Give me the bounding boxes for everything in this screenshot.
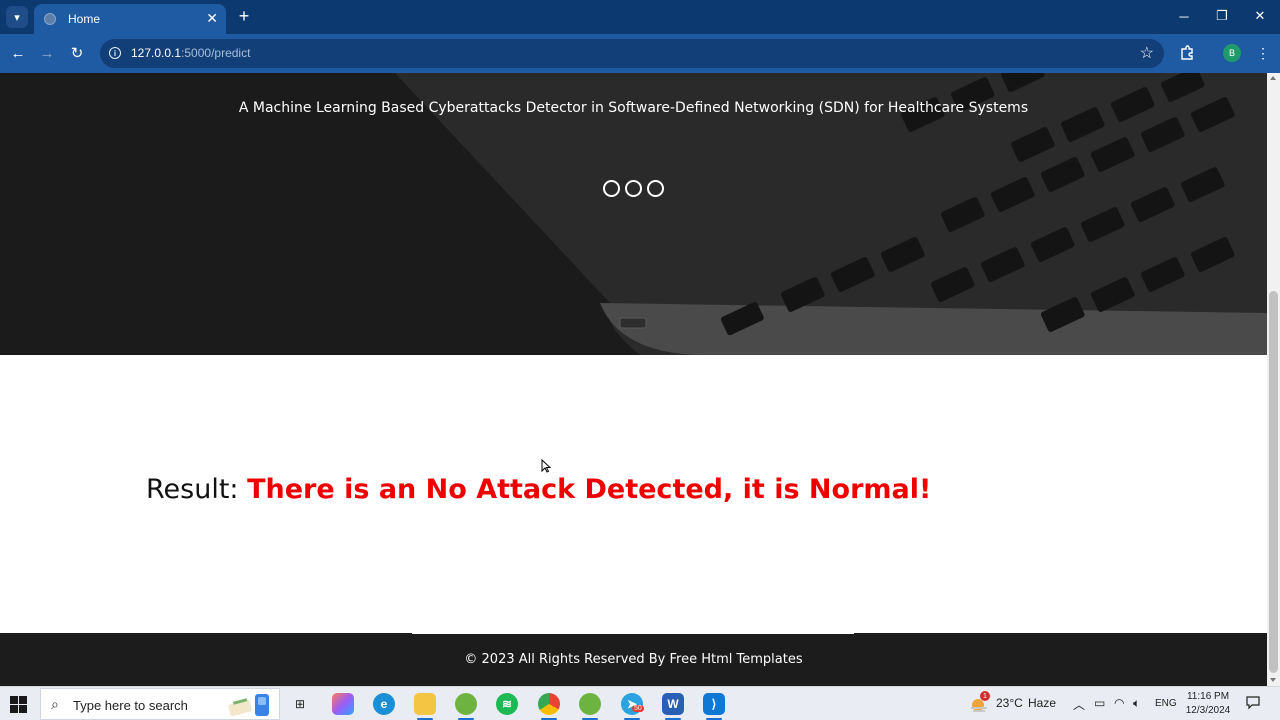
vscode-icon[interactable]: ⟩ <box>703 693 725 715</box>
spotify-icon[interactable]: ≋ <box>496 693 518 715</box>
browser-toolbar: ← → ↻ i 127.0.0.1:5000/predict ☆ ⋮ <box>0 34 1280 73</box>
site-info-icon[interactable]: i <box>109 47 121 59</box>
tab-title: Home <box>68 12 101 26</box>
tab-home[interactable]: Home ✕ <box>34 4 226 34</box>
hero-subtitle: A Machine Learning Based Cyberattacks De… <box>238 100 1029 116</box>
search-icon: ⌕ <box>51 696 59 712</box>
language-indicator[interactable]: ENG <box>1155 698 1177 709</box>
telegram-badge: 50 <box>632 705 644 712</box>
result-label: Result: <box>146 474 248 505</box>
bookmark-star-icon[interactable]: ☆ <box>1140 43 1154 63</box>
notifications-icon[interactable] <box>1245 694 1261 713</box>
volume-icon[interactable]: 🔈︎ <box>1133 696 1140 711</box>
page-scrollbar[interactable] <box>1267 73 1280 686</box>
extensions-icon[interactable] <box>1177 43 1197 63</box>
site-footer: © 2023 All Rights Reserved By Free Html … <box>0 633 1267 686</box>
file-explorer-icon[interactable] <box>414 693 436 715</box>
spring-tool-suite-2-icon[interactable] <box>579 693 601 715</box>
tab-search-chevron-icon[interactable]: ▾ <box>6 6 28 28</box>
scrollbar-thumb[interactable] <box>1269 291 1278 673</box>
clock-time: 11:16 PM <box>1186 691 1230 702</box>
search-highlight-illustration-icon <box>228 694 269 717</box>
prediction-result: Result: There is an No Attack Detected, … <box>146 474 931 505</box>
new-tab-icon[interactable]: + <box>234 6 254 26</box>
carousel-dot-2[interactable] <box>625 180 642 197</box>
hero-banner: A Machine Learning Based Cyberattacks De… <box>0 73 1267 355</box>
footer-divider <box>412 633 854 634</box>
minimize-icon[interactable]: ─ <box>1172 6 1196 26</box>
reload-icon[interactable]: ↻ <box>67 43 87 63</box>
taskbar-search[interactable]: ⌕ Type here to search <box>40 688 280 720</box>
close-tab-icon[interactable]: ✕ <box>206 10 218 27</box>
url-text[interactable]: 127.0.0.1:5000/predict <box>131 46 250 60</box>
wifi-icon[interactable]: ◠ <box>1114 696 1124 710</box>
forward-arrow-icon[interactable]: → <box>37 43 57 63</box>
carousel-dot-1[interactable] <box>603 180 620 197</box>
scroll-up-arrow-icon[interactable] <box>1270 76 1276 80</box>
spring-tool-suite-icon[interactable] <box>455 693 477 715</box>
url-path: :5000/predict <box>181 46 251 60</box>
result-value: There is an No Attack Detected, it is No… <box>247 474 932 505</box>
url-host: 127.0.0.1 <box>131 46 182 60</box>
search-placeholder: Type here to search <box>73 698 188 713</box>
tab-strip: ▾ Home ✕ + ─ ❐ ✕ <box>0 0 1280 34</box>
profile-avatar[interactable]: B <box>1223 44 1241 62</box>
windows-taskbar: ⌕ Type here to search ⊞ e ≋ ➤ 50 W ⟩ 1 2… <box>0 686 1280 720</box>
back-arrow-icon[interactable]: ← <box>8 43 28 63</box>
carousel-dot-3[interactable] <box>647 180 664 197</box>
system-clock[interactable]: 11:16 PM 12/3/2024 <box>1180 690 1236 718</box>
task-view-icon[interactable]: ⊞ <box>289 693 311 715</box>
windows-start-icon[interactable] <box>10 696 27 713</box>
chrome-icon[interactable] <box>538 693 560 715</box>
scroll-down-arrow-icon[interactable] <box>1270 678 1276 682</box>
restore-icon[interactable]: ❐ <box>1210 6 1234 26</box>
copilot-icon[interactable] <box>332 693 354 715</box>
battery-icon[interactable]: ▭ <box>1094 696 1105 710</box>
carousel-indicators <box>603 180 664 197</box>
show-hidden-icons-chevron-icon[interactable]: ︿ <box>1073 696 1085 713</box>
globe-icon <box>44 13 56 25</box>
footer-copyright: © 2023 All Rights Reserved By Free Html … <box>464 652 803 667</box>
close-window-icon[interactable]: ✕ <box>1248 6 1272 26</box>
word-icon[interactable]: W <box>662 693 684 715</box>
clock-date: 12/3/2024 <box>1185 705 1231 716</box>
address-bar[interactable]: i 127.0.0.1:5000/predict ☆ <box>100 39 1164 68</box>
mouse-cursor-icon <box>541 459 551 473</box>
weather-temperature[interactable]: 23°C <box>996 696 1023 710</box>
weather-alert-badge: 1 <box>980 691 990 701</box>
more-menu-icon[interactable]: ⋮ <box>1253 43 1273 63</box>
weather-description[interactable]: Haze <box>1028 696 1056 710</box>
edge-icon[interactable]: e <box>373 693 395 715</box>
